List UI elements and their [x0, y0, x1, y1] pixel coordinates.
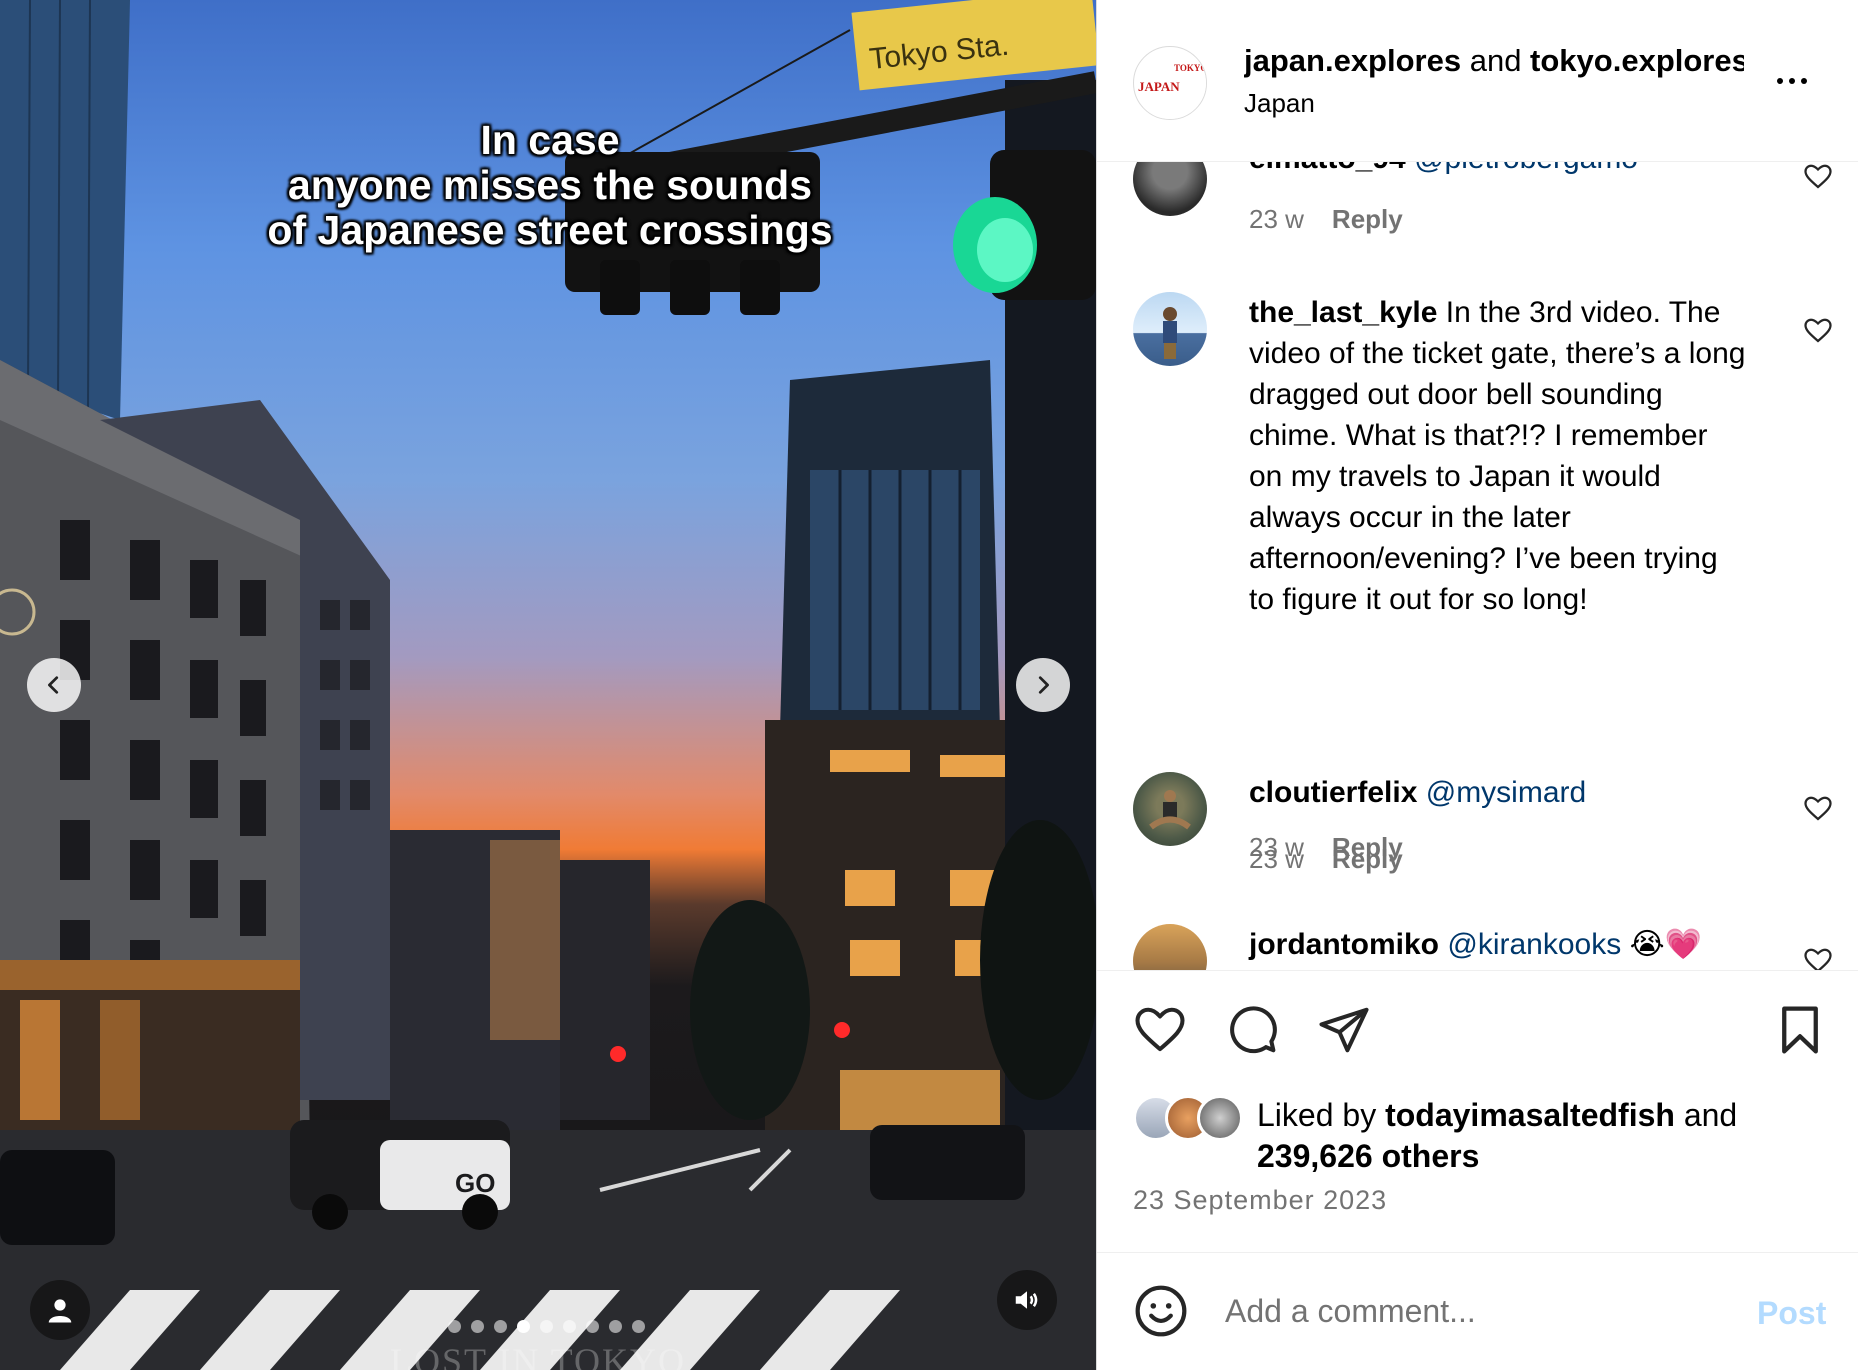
avatar-person-image — [1163, 307, 1177, 359]
chevron-left-icon — [48, 676, 59, 694]
comment-mention[interactable]: @pietrobergamo — [1414, 162, 1638, 175]
commenter-avatar[interactable] — [1133, 924, 1207, 970]
post-authors: japan.explores and tokyo.explores — [1244, 43, 1744, 79]
comment-time: 23 w — [1249, 832, 1304, 862]
comment-text: jordantomiko @kirankooks 😭💗 — [1249, 924, 1749, 965]
comment-time: 23 w — [1249, 204, 1304, 234]
like-comment-heart-icon[interactable] — [1803, 794, 1833, 824]
like-comment-heart-icon[interactable] — [1803, 316, 1833, 346]
likes-summary: Liked by todayimasaltedfish and 239,626 … — [1257, 1095, 1837, 1177]
speaker-icon — [1015, 1291, 1038, 1309]
reply-button[interactable]: Reply — [1332, 204, 1403, 234]
more-options-button[interactable] — [1777, 66, 1817, 96]
comments-list[interactable]: elmatto_94 @pietrobergamo 23 w Reply the_… — [1097, 162, 1858, 970]
comment-content: In the 3rd video. The video of the ticke… — [1249, 296, 1746, 616]
dot — [1801, 78, 1807, 84]
likes-count-link[interactable]: 239,626 others — [1257, 1138, 1479, 1174]
comment-bubble-icon[interactable] — [1225, 1003, 1279, 1057]
save-bookmark-icon[interactable] — [1773, 1003, 1827, 1057]
previous-media-button[interactable] — [27, 658, 81, 712]
comment-username[interactable]: jordantomiko — [1249, 928, 1439, 961]
carousel-dot — [563, 1320, 576, 1333]
liked-by-avatars[interactable] — [1133, 1095, 1253, 1141]
comment-username[interactable]: elmatto_94 — [1249, 162, 1406, 175]
comment-text: elmatto_94 @pietrobergamo — [1249, 162, 1749, 179]
liker-username[interactable]: todayimasaltedfish — [1385, 1097, 1675, 1133]
dot — [1789, 78, 1795, 84]
author-avatar[interactable]: JAPAN TOKYO — [1133, 46, 1207, 120]
carousel-dot — [471, 1320, 484, 1333]
likes-suffix: and — [1674, 1097, 1738, 1133]
emoji-smiley-icon[interactable] — [1133, 1283, 1189, 1339]
post-actions: Liked by todayimasaltedfish and 239,626 … — [1097, 970, 1858, 1252]
add-comment-input[interactable] — [1225, 1283, 1725, 1339]
svg-text:TOKYO: TOKYO — [1174, 63, 1207, 73]
svg-text:JAPAN: JAPAN — [1138, 79, 1180, 94]
video-watermark: LOST IN TOKYO — [390, 1341, 687, 1370]
next-media-button[interactable] — [1016, 658, 1070, 712]
author-username[interactable]: japan.explores — [1244, 43, 1461, 78]
liker-avatar — [1197, 1095, 1243, 1141]
comment-username[interactable]: cloutierfelix — [1249, 776, 1417, 809]
post-media[interactable]: GO Tokyo Sta. In case anyone misses the … — [0, 0, 1096, 1370]
post-location[interactable]: Japan — [1244, 88, 1315, 119]
carousel-dot-active — [517, 1320, 530, 1333]
coauthor-username[interactable]: tokyo.explores — [1530, 43, 1744, 78]
comment-text: cloutierfelix @mysimard — [1249, 772, 1749, 813]
carousel-dot — [632, 1320, 645, 1333]
chevron-right-icon — [1038, 676, 1049, 694]
carousel-dot — [609, 1320, 622, 1333]
comment-mention[interactable]: @kirankooks — [1447, 928, 1621, 961]
carousel-dot — [494, 1320, 507, 1333]
tagged-users-button[interactable] — [30, 1280, 90, 1340]
video-caption-overlay: In case anyone misses the sounds of Japa… — [267, 117, 833, 253]
post-date: 23 September 2023 — [1133, 1185, 1388, 1215]
comment-username[interactable]: the_last_kyle — [1249, 296, 1437, 329]
carousel-dot — [540, 1320, 553, 1333]
comment-mention[interactable]: @mysimard — [1426, 776, 1586, 809]
post-comment-button[interactable]: Post — [1757, 1295, 1826, 1332]
dot — [1777, 78, 1783, 84]
like-comment-heart-icon[interactable] — [1803, 162, 1833, 192]
comment-text: the_last_kyle In the 3rd video. The vide… — [1249, 292, 1749, 620]
likes-prefix: Liked by — [1257, 1097, 1386, 1133]
authors-joiner: and — [1461, 43, 1531, 78]
post-header: JAPAN TOKYO japan.explores and tokyo.exp… — [1097, 0, 1858, 162]
brand-logo-image: JAPAN TOKYO — [1135, 48, 1207, 119]
person-icon — [48, 1299, 72, 1323]
comment-composer: Post — [1097, 1252, 1858, 1370]
like-heart-icon[interactable] — [1133, 1003, 1187, 1057]
avatar-person-image — [1149, 790, 1191, 830]
commenter-avatar[interactable] — [1133, 772, 1207, 846]
commenter-avatar[interactable] — [1133, 292, 1207, 366]
commenter-avatar[interactable] — [1133, 162, 1207, 216]
comment-emoji: 😭💗 — [1629, 928, 1702, 961]
instagram-post-dialog: GO Tokyo Sta. In case anyone misses the … — [0, 0, 1858, 1370]
sound-toggle-button[interactable] — [997, 1270, 1057, 1330]
reply-button[interactable]: Reply — [1332, 832, 1403, 862]
carousel-indicator — [448, 1320, 645, 1333]
comment-meta: 23 w Reply — [1249, 204, 1403, 235]
share-paper-plane-icon[interactable] — [1317, 1003, 1371, 1057]
like-comment-heart-icon[interactable] — [1803, 946, 1833, 970]
comment-meta: 23 w Reply — [1249, 832, 1403, 863]
svg-text:GO: GO — [455, 1168, 495, 1198]
post-sidebar: JAPAN TOKYO japan.explores and tokyo.exp… — [1096, 0, 1858, 1370]
carousel-dot — [448, 1320, 461, 1333]
carousel-dot — [586, 1320, 599, 1333]
